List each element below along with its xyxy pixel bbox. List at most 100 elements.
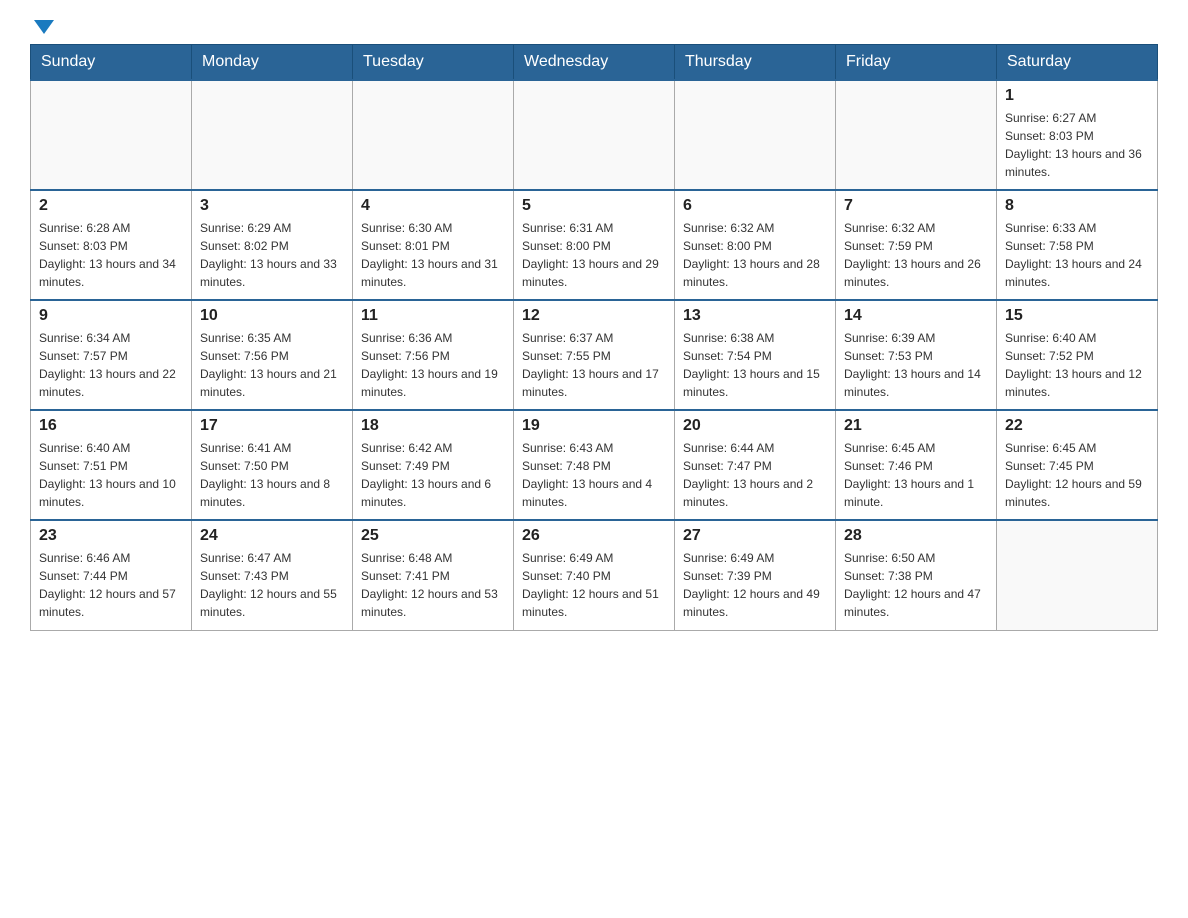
calendar-cell: 13 Sunrise: 6:38 AM Sunset: 7:54 PM Dayli… [675, 300, 836, 410]
day-number: 4 [361, 197, 505, 215]
calendar-cell: 16 Sunrise: 6:40 AM Sunset: 7:51 PM Dayli… [31, 410, 192, 520]
calendar-cell: 17 Sunrise: 6:41 AM Sunset: 7:50 PM Dayli… [192, 410, 353, 520]
calendar-cell: 6 Sunrise: 6:32 AM Sunset: 8:00 PM Daylig… [675, 190, 836, 300]
calendar-cell: 11Sunrise: 6:36 AM Sunset: 7:56 PM Dayli… [353, 300, 514, 410]
logo-triangle-icon [34, 20, 54, 34]
calendar-cell [514, 80, 675, 190]
day-info: Sunrise: 6:49 AM Sunset: 7:40 PM Dayligh… [522, 549, 666, 621]
calendar-cell: 18 Sunrise: 6:42 AM Sunset: 7:49 PM Dayli… [353, 410, 514, 520]
day-info: Sunrise: 6:44 AM Sunset: 7:47 PM Dayligh… [683, 439, 827, 511]
day-info: Sunrise: 6:47 AM Sunset: 7:43 PM Dayligh… [200, 549, 344, 621]
day-info: Sunrise: 6:32 AM Sunset: 8:00 PM Dayligh… [683, 219, 827, 291]
calendar-cell: 20 Sunrise: 6:44 AM Sunset: 7:47 PM Dayli… [675, 410, 836, 520]
calendar-cell: 2 Sunrise: 6:28 AM Sunset: 8:03 PM Daylig… [31, 190, 192, 300]
calendar-cell: 7 Sunrise: 6:32 AM Sunset: 7:59 PM Daylig… [836, 190, 997, 300]
calendar-cell [31, 80, 192, 190]
weekday-header-sunday: Sunday [31, 45, 192, 81]
day-info: Sunrise: 6:45 AM Sunset: 7:45 PM Dayligh… [1005, 439, 1149, 511]
day-number: 8 [1005, 197, 1149, 215]
calendar-cell [192, 80, 353, 190]
day-number: 3 [200, 197, 344, 215]
day-number: 19 [522, 417, 666, 435]
calendar-cell: 9Sunrise: 6:34 AM Sunset: 7:57 PM Daylig… [31, 300, 192, 410]
day-number: 10 [200, 307, 344, 325]
calendar-cell: 15 Sunrise: 6:40 AM Sunset: 7:52 PM Dayli… [997, 300, 1158, 410]
day-info: Sunrise: 6:49 AM Sunset: 7:39 PM Dayligh… [683, 549, 827, 621]
weekday-header-row: SundayMondayTuesdayWednesdayThursdayFrid… [31, 45, 1158, 81]
day-info: Sunrise: 6:27 AM Sunset: 8:03 PM Dayligh… [1005, 109, 1149, 181]
calendar-cell: 19 Sunrise: 6:43 AM Sunset: 7:48 PM Dayli… [514, 410, 675, 520]
logo [30, 20, 54, 34]
day-number: 17 [200, 417, 344, 435]
weekday-header-friday: Friday [836, 45, 997, 81]
day-number: 15 [1005, 307, 1149, 325]
day-number: 16 [39, 417, 183, 435]
day-number: 1 [1005, 87, 1149, 105]
calendar-cell: 10 Sunrise: 6:35 AM Sunset: 7:56 PM Dayli… [192, 300, 353, 410]
calendar-cell: 4 Sunrise: 6:30 AM Sunset: 8:01 PM Daylig… [353, 190, 514, 300]
calendar-cell: 3 Sunrise: 6:29 AM Sunset: 8:02 PM Daylig… [192, 190, 353, 300]
calendar-cell [675, 80, 836, 190]
day-number: 12 [522, 307, 666, 325]
week-row-4: 23Sunrise: 6:46 AM Sunset: 7:44 PM Dayli… [31, 520, 1158, 630]
page-header [30, 20, 1158, 34]
day-info: Sunrise: 6:50 AM Sunset: 7:38 PM Dayligh… [844, 549, 988, 621]
week-row-3: 16 Sunrise: 6:40 AM Sunset: 7:51 PM Dayli… [31, 410, 1158, 520]
day-info: Sunrise: 6:36 AM Sunset: 7:56 PM Dayligh… [361, 329, 505, 401]
day-number: 7 [844, 197, 988, 215]
day-info: Sunrise: 6:29 AM Sunset: 8:02 PM Dayligh… [200, 219, 344, 291]
day-info: Sunrise: 6:40 AM Sunset: 7:51 PM Dayligh… [39, 439, 183, 511]
weekday-header-tuesday: Tuesday [353, 45, 514, 81]
day-info: Sunrise: 6:33 AM Sunset: 7:58 PM Dayligh… [1005, 219, 1149, 291]
calendar-cell: 25 Sunrise: 6:48 AM Sunset: 7:41 PM Dayli… [353, 520, 514, 630]
day-number: 27 [683, 527, 827, 545]
calendar-cell: 23Sunrise: 6:46 AM Sunset: 7:44 PM Dayli… [31, 520, 192, 630]
calendar-cell: 22 Sunrise: 6:45 AM Sunset: 7:45 PM Dayli… [997, 410, 1158, 520]
weekday-header-saturday: Saturday [997, 45, 1158, 81]
calendar-cell: 1 Sunrise: 6:27 AM Sunset: 8:03 PM Daylig… [997, 80, 1158, 190]
day-number: 5 [522, 197, 666, 215]
day-info: Sunrise: 6:31 AM Sunset: 8:00 PM Dayligh… [522, 219, 666, 291]
day-info: Sunrise: 6:43 AM Sunset: 7:48 PM Dayligh… [522, 439, 666, 511]
calendar-cell: 27 Sunrise: 6:49 AM Sunset: 7:39 PM Dayli… [675, 520, 836, 630]
day-number: 6 [683, 197, 827, 215]
day-info: Sunrise: 6:38 AM Sunset: 7:54 PM Dayligh… [683, 329, 827, 401]
day-info: Sunrise: 6:35 AM Sunset: 7:56 PM Dayligh… [200, 329, 344, 401]
day-info: Sunrise: 6:37 AM Sunset: 7:55 PM Dayligh… [522, 329, 666, 401]
calendar-cell: 26Sunrise: 6:49 AM Sunset: 7:40 PM Dayli… [514, 520, 675, 630]
day-number: 14 [844, 307, 988, 325]
calendar-cell: 28Sunrise: 6:50 AM Sunset: 7:38 PM Dayli… [836, 520, 997, 630]
day-info: Sunrise: 6:42 AM Sunset: 7:49 PM Dayligh… [361, 439, 505, 511]
calendar-cell: 5 Sunrise: 6:31 AM Sunset: 8:00 PM Daylig… [514, 190, 675, 300]
day-number: 2 [39, 197, 183, 215]
day-info: Sunrise: 6:34 AM Sunset: 7:57 PM Dayligh… [39, 329, 183, 401]
day-info: Sunrise: 6:41 AM Sunset: 7:50 PM Dayligh… [200, 439, 344, 511]
weekday-header-monday: Monday [192, 45, 353, 81]
day-info: Sunrise: 6:32 AM Sunset: 7:59 PM Dayligh… [844, 219, 988, 291]
day-info: Sunrise: 6:40 AM Sunset: 7:52 PM Dayligh… [1005, 329, 1149, 401]
day-number: 20 [683, 417, 827, 435]
week-row-2: 9Sunrise: 6:34 AM Sunset: 7:57 PM Daylig… [31, 300, 1158, 410]
day-info: Sunrise: 6:48 AM Sunset: 7:41 PM Dayligh… [361, 549, 505, 621]
weekday-header-thursday: Thursday [675, 45, 836, 81]
day-number: 24 [200, 527, 344, 545]
calendar-cell: 12 Sunrise: 6:37 AM Sunset: 7:55 PM Dayli… [514, 300, 675, 410]
calendar-cell: 8 Sunrise: 6:33 AM Sunset: 7:58 PM Daylig… [997, 190, 1158, 300]
calendar-cell: 14 Sunrise: 6:39 AM Sunset: 7:53 PM Dayli… [836, 300, 997, 410]
day-number: 18 [361, 417, 505, 435]
calendar-cell: 21Sunrise: 6:45 AM Sunset: 7:46 PM Dayli… [836, 410, 997, 520]
day-number: 22 [1005, 417, 1149, 435]
week-row-1: 2 Sunrise: 6:28 AM Sunset: 8:03 PM Daylig… [31, 190, 1158, 300]
calendar-cell [997, 520, 1158, 630]
day-number: 25 [361, 527, 505, 545]
calendar-cell: 24 Sunrise: 6:47 AM Sunset: 7:43 PM Dayli… [192, 520, 353, 630]
calendar-cell [836, 80, 997, 190]
day-number: 13 [683, 307, 827, 325]
week-row-0: 1 Sunrise: 6:27 AM Sunset: 8:03 PM Daylig… [31, 80, 1158, 190]
calendar-table: SundayMondayTuesdayWednesdayThursdayFrid… [30, 44, 1158, 631]
day-info: Sunrise: 6:39 AM Sunset: 7:53 PM Dayligh… [844, 329, 988, 401]
day-info: Sunrise: 6:30 AM Sunset: 8:01 PM Dayligh… [361, 219, 505, 291]
day-info: Sunrise: 6:45 AM Sunset: 7:46 PM Dayligh… [844, 439, 988, 511]
day-info: Sunrise: 6:46 AM Sunset: 7:44 PM Dayligh… [39, 549, 183, 621]
day-info: Sunrise: 6:28 AM Sunset: 8:03 PM Dayligh… [39, 219, 183, 291]
